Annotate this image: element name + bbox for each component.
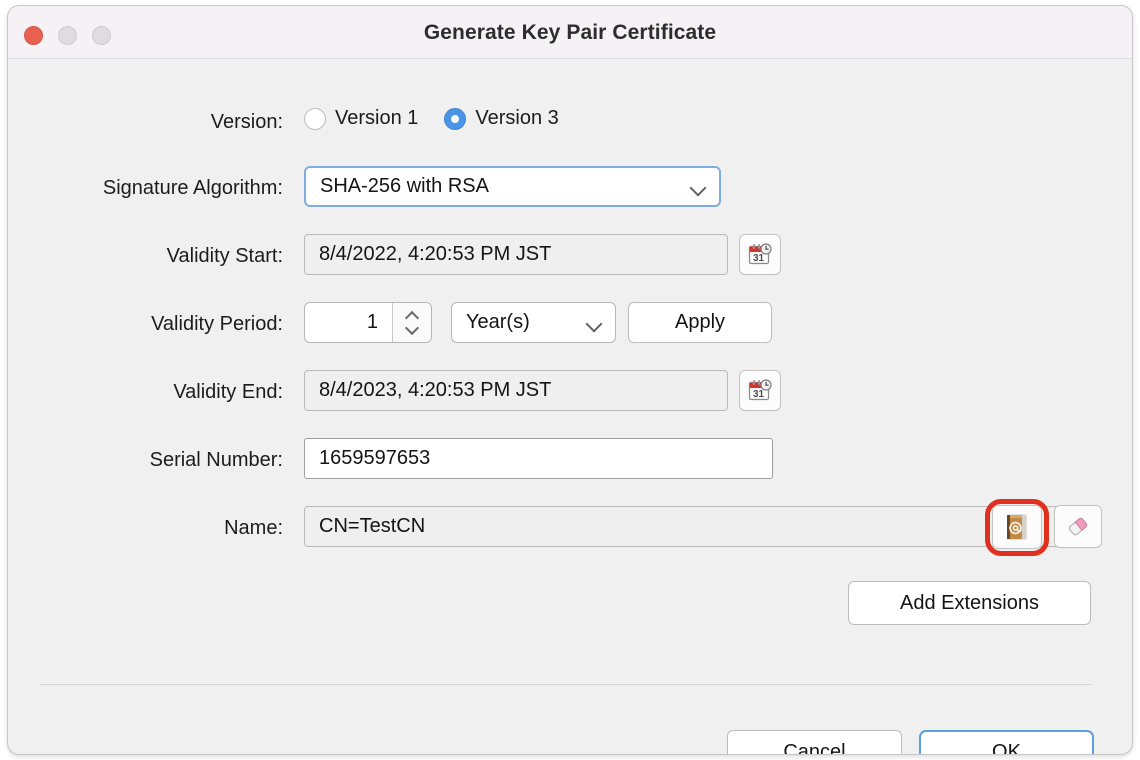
validity-period-stepper[interactable]: 1 — [304, 302, 432, 343]
validity-start-label: Validity Start: — [166, 245, 283, 267]
signature-algorithm-label: Signature Algorithm: — [102, 177, 283, 199]
radio-icon-version-3[interactable] — [444, 107, 467, 130]
chevron-up-icon[interactable] — [406, 312, 419, 320]
address-book-icon — [1007, 514, 1027, 540]
validity-period-amount[interactable]: 1 — [305, 303, 392, 342]
footer-separator — [40, 684, 1092, 685]
name-address-book-button[interactable] — [992, 505, 1042, 549]
ok-button[interactable]: OK — [919, 730, 1094, 754]
serial-number-label: Serial Number: — [149, 449, 283, 471]
version-option-1-label: Version 1 — [335, 107, 419, 129]
apply-button-label: Apply — [674, 311, 726, 333]
version-option-3[interactable]: Version 3 — [444, 107, 559, 130]
svg-text:31: 31 — [753, 253, 765, 264]
version-option-1[interactable]: Version 1 — [304, 107, 418, 130]
radio-icon-version-1[interactable] — [304, 107, 326, 130]
version-radio-group[interactable]: Version 1 Version 3 — [304, 107, 559, 130]
version-label: Version: — [210, 111, 283, 133]
chevron-down-icon — [691, 182, 707, 192]
chevron-down-icon[interactable] — [406, 325, 419, 333]
validity-end-label: Validity End: — [173, 381, 283, 403]
svg-text:31: 31 — [753, 389, 765, 400]
serial-number-input[interactable]: 1659597653 — [304, 438, 773, 479]
validity-end-field[interactable]: 8/4/2023, 4:20:53 PM JST — [304, 370, 728, 411]
name-clear-button[interactable] — [1054, 505, 1102, 548]
name-field[interactable]: CN=TestCN — [304, 506, 1091, 547]
validity-period-label: Validity Period: — [151, 313, 283, 335]
validity-end-calendar-button[interactable]: 31 — [739, 370, 781, 411]
validity-period-unit-value: Year(s) — [466, 311, 530, 333]
name-value: CN=TestCN — [319, 515, 426, 537]
chevron-down-icon — [587, 318, 603, 328]
cancel-button[interactable]: Cancel — [727, 730, 902, 754]
dialog-window: Generate Key Pair Certificate Version: V… — [8, 6, 1132, 754]
validity-start-calendar-button[interactable]: 31 — [739, 234, 781, 275]
serial-number-value: 1659597653 — [319, 447, 431, 469]
validity-end-value: 8/4/2023, 4:20:53 PM JST — [319, 379, 552, 401]
dialog-body: Version: Version 1 Version 3 Signature A… — [8, 59, 1132, 754]
add-extensions-button[interactable]: Add Extensions — [848, 581, 1091, 625]
validity-period-unit-select[interactable]: Year(s) — [451, 302, 616, 343]
signature-algorithm-value: SHA-256 with RSA — [320, 175, 489, 197]
apply-button[interactable]: Apply — [628, 302, 772, 343]
stepper-buttons[interactable] — [392, 303, 431, 342]
window-title: Generate Key Pair Certificate — [423, 21, 717, 44]
validity-start-field[interactable]: 8/4/2022, 4:20:53 PM JST — [304, 234, 728, 275]
calendar-icon: 31 — [748, 242, 772, 264]
name-label: Name: — [224, 517, 283, 539]
version-option-3-label: Version 3 — [475, 107, 559, 129]
signature-algorithm-select[interactable]: SHA-256 with RSA — [304, 166, 721, 207]
title-bar: Generate Key Pair Certificate — [8, 6, 1132, 59]
add-extensions-label: Add Extensions — [900, 591, 1039, 614]
eraser-icon — [1068, 517, 1088, 535]
calendar-icon: 31 — [748, 378, 772, 400]
validity-start-value: 8/4/2022, 4:20:53 PM JST — [319, 243, 552, 265]
cancel-button-label: Cancel — [783, 741, 846, 754]
ok-button-label: OK — [992, 741, 1021, 754]
